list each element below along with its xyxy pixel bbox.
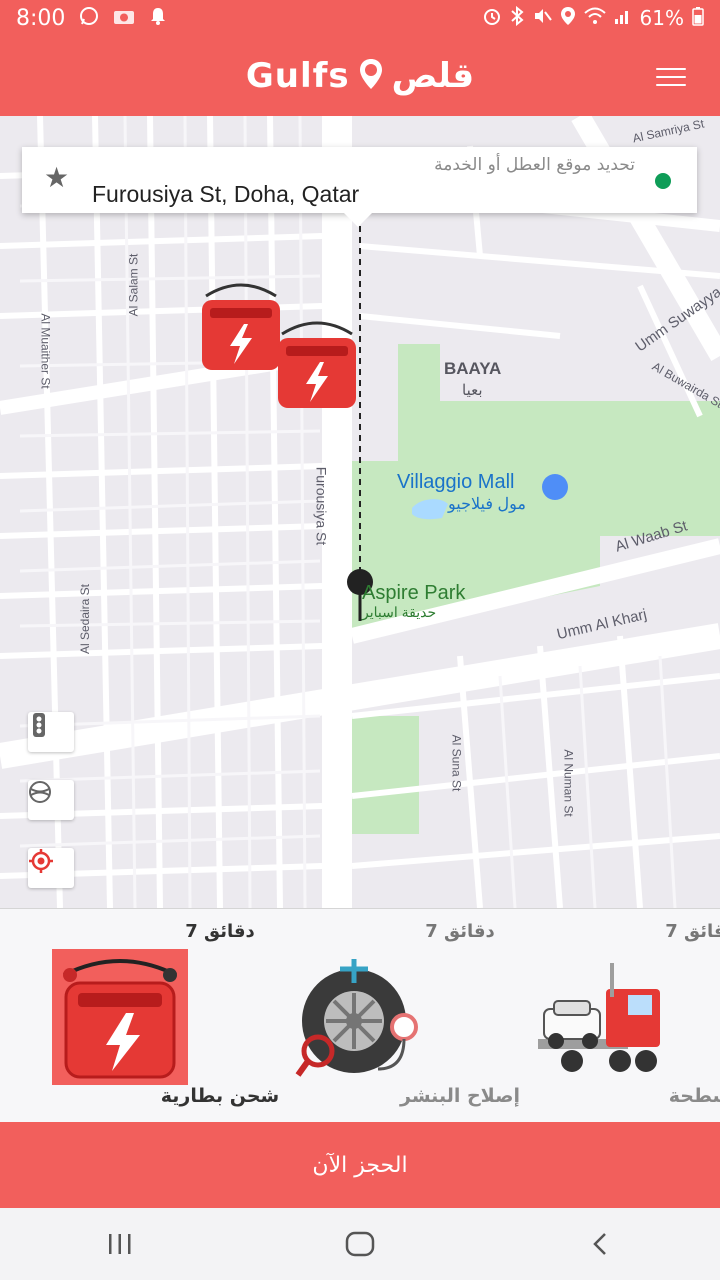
search-card-pointer <box>344 213 372 227</box>
map-label-al-suna: Al Suna St <box>449 734 464 792</box>
location-hint: تحديد موقع العطل أو الخدمة <box>434 155 635 175</box>
app-logo: Gulfs قلص <box>246 56 474 96</box>
mute-icon <box>532 6 552 30</box>
service-name: إصلاح البنشر <box>400 1085 520 1107</box>
wifi-icon <box>583 7 606 29</box>
location-icon <box>560 6 576 30</box>
service-name: شحن بطارية <box>160 1085 280 1107</box>
logo-pin-icon <box>358 57 384 95</box>
service-name: سطحة <box>668 1085 720 1107</box>
logo-latin: Gulfs <box>245 56 350 96</box>
app-screen: 8:00 61% Gulfs قلص BAAYA بعيا Villaggio … <box>0 0 720 1280</box>
map-label-al-sedaira: Al Sedaira St <box>78 583 93 655</box>
alarm-icon <box>482 6 502 30</box>
map-label-aspire-en: Aspire Park <box>362 582 466 604</box>
battery-percent: 61% <box>639 6 684 30</box>
map-label-villaggio-ar: مول فيلاجيو <box>448 496 526 513</box>
shopping-bag-icon <box>542 474 568 500</box>
service-panel: 7 دقائق سطحة 7 دقائق <box>0 908 720 1122</box>
tow-truck-icon <box>532 949 668 1085</box>
book-now-button[interactable]: الحجز الآن <box>0 1122 720 1208</box>
back-icon[interactable] <box>560 1214 640 1274</box>
location-address[interactable]: Furousiya St, Doha, Qatar <box>92 181 359 208</box>
logo-arabic: قلص <box>391 56 475 96</box>
battery-vehicle-marker[interactable] <box>272 316 362 412</box>
home-icon[interactable] <box>320 1214 400 1274</box>
whatsapp-icon <box>79 6 99 30</box>
globe-icon[interactable] <box>28 780 74 820</box>
service-battery-charge[interactable]: 7 دقائق شحن بطارية <box>20 909 279 1123</box>
map-label-al-numan: Al Numan St <box>561 749 576 817</box>
status-time: 8:00 <box>16 5 66 31</box>
tire-repair-icon <box>292 949 428 1085</box>
camera-icon <box>113 7 135 29</box>
traffic-light-icon[interactable] <box>28 712 74 752</box>
battery-charger-icon <box>278 321 356 408</box>
map-label-al-salam: Al Salam St <box>126 253 141 317</box>
map-view[interactable]: BAAYA بعيا Villaggio Mall مول فيلاجيو As… <box>0 116 720 908</box>
service-time: 7 دقائق <box>425 921 495 942</box>
service-time: 7 دقائق <box>185 921 255 942</box>
map-label-al-muaither: Al Muaither St <box>38 313 53 389</box>
my-location-icon[interactable] <box>28 848 74 888</box>
system-nav-bar <box>0 1208 720 1280</box>
map-canvas <box>0 116 720 908</box>
bluetooth-icon <box>510 5 524 30</box>
battery-icon <box>692 6 704 30</box>
map-label-baaya-ar: بعيا <box>462 382 483 399</box>
notification-bell-icon <box>149 6 167 30</box>
service-time: 7 دقائق <box>665 921 720 942</box>
hamburger-menu-icon[interactable] <box>656 68 686 86</box>
star-icon[interactable]: ★ <box>44 161 69 194</box>
map-label-furousiya: Furousiya St <box>313 466 330 546</box>
app-header: Gulfs قلص <box>0 36 720 116</box>
map-label-aspire-ar: حديقة اسباير <box>362 604 437 620</box>
recent-apps-icon[interactable] <box>80 1214 160 1274</box>
battery-charger-icon <box>52 949 188 1085</box>
location-status-dot <box>655 173 671 189</box>
signal-icon <box>614 7 632 29</box>
status-bar: 8:00 61% <box>0 0 720 36</box>
map-label-baaya-en: BAAYA <box>444 359 502 378</box>
map-label-villaggio-en: Villaggio Mall <box>397 471 515 493</box>
location-search-card[interactable]: ★ تحديد موقع العطل أو الخدمة Furousiya S… <box>22 147 697 213</box>
